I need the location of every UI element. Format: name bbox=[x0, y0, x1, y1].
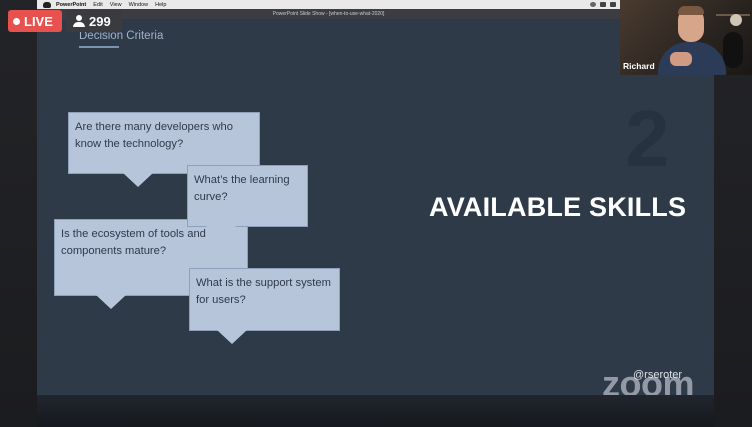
bubble-tail bbox=[217, 330, 247, 344]
person-icon bbox=[73, 15, 85, 27]
menu-view[interactable]: View bbox=[110, 2, 122, 8]
slide-headline: AVAILABLE SKILLS bbox=[429, 192, 687, 222]
bubble-text: What’s the learning curve? bbox=[194, 174, 290, 203]
slide-bottom-strip bbox=[37, 395, 714, 427]
presenter-hands bbox=[670, 52, 692, 66]
slide-number-large: 2 bbox=[625, 94, 670, 183]
apple-icon[interactable] bbox=[43, 1, 51, 8]
bubble-text: Are there many developers who know the t… bbox=[75, 121, 233, 150]
live-label: LIVE bbox=[24, 13, 53, 29]
section-title-underline bbox=[79, 46, 119, 48]
presenter-hair bbox=[678, 6, 704, 15]
participant-name: Richard bbox=[623, 61, 655, 71]
webcam-video[interactable]: Richard bbox=[620, 0, 752, 75]
menubar-status-area bbox=[590, 2, 616, 7]
twitter-handle: @rseroter bbox=[633, 369, 683, 381]
background-lamp bbox=[730, 14, 742, 26]
presenter-body bbox=[658, 42, 726, 75]
menu-help[interactable]: Help bbox=[155, 2, 166, 8]
bubble-tail bbox=[96, 295, 126, 309]
speech-bubble-support: What is the support system for users? bbox=[189, 268, 340, 344]
menu-window[interactable]: Window bbox=[129, 2, 149, 8]
menu-powerpoint[interactable]: PowerPoint bbox=[56, 2, 86, 8]
menu-edit[interactable]: Edit bbox=[93, 2, 102, 8]
live-dot-icon bbox=[13, 17, 20, 25]
viewer-count-value: 299 bbox=[89, 13, 111, 29]
mac-menubar: PowerPoint Edit View Window Help bbox=[37, 0, 620, 9]
microphone bbox=[723, 32, 743, 68]
bubble-tail bbox=[123, 173, 153, 187]
speech-bubble-learning-curve: What’s the learning curve? bbox=[187, 165, 308, 240]
battery-icon[interactable] bbox=[610, 2, 616, 7]
google-icon[interactable] bbox=[590, 2, 596, 7]
window-title-bar: PowerPoint Slide Show - [when-to-use-wha… bbox=[37, 9, 620, 19]
live-badge[interactable]: LIVE bbox=[8, 10, 62, 32]
wifi-icon[interactable] bbox=[600, 2, 606, 7]
bubble-text: What is the support system for users? bbox=[196, 277, 331, 306]
viewer-count[interactable]: 299 bbox=[66, 10, 122, 32]
bubble-text: Is the ecosystem of tools and components… bbox=[61, 228, 206, 257]
bubble-tail bbox=[206, 226, 236, 240]
window-title: PowerPoint Slide Show - [when-to-use-wha… bbox=[272, 11, 385, 17]
presentation-slide: Decision Criteria Are there many develop… bbox=[37, 19, 714, 398]
